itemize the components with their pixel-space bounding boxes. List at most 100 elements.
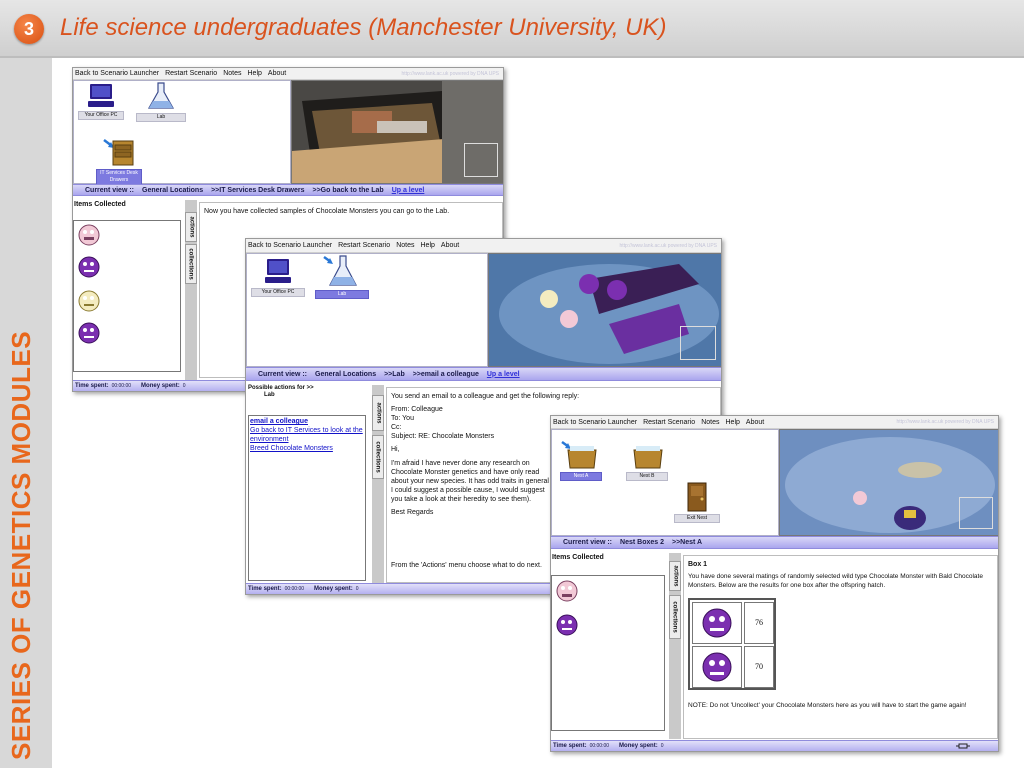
url-hint: http://www.lank.ac.uk powered by DNA UPS: [619, 242, 717, 249]
up-a-level-link[interactable]: Up a level: [487, 371, 520, 378]
slide-number-badge: 3: [14, 14, 44, 44]
flask-icon: [147, 82, 175, 109]
time-spent-label: Time spent:: [248, 586, 282, 592]
time-spent-value: 00:00:00: [284, 586, 305, 592]
menu-help[interactable]: Help: [248, 70, 262, 77]
location-lab[interactable]: Lab: [136, 81, 186, 122]
computer-icon: [265, 259, 291, 283]
monster-cream-icon[interactable]: [74, 287, 104, 315]
menu-help[interactable]: Help: [421, 242, 435, 249]
message-text: Now you have collected samples of Chocol…: [204, 208, 450, 215]
time-spent-value: 00:00:00: [589, 743, 610, 749]
email-body: I'm afraid I have never done any researc…: [391, 459, 549, 503]
breadcrumb-general-locations[interactable]: General Locations: [142, 187, 203, 194]
possible-actions-title: Possible actions for >> Lab: [248, 385, 314, 399]
window-nest-boxes: Back to Scenario Launcher Restart Scenar…: [550, 415, 999, 752]
action-email-colleague[interactable]: email a colleague: [250, 417, 364, 426]
menu-notes[interactable]: Notes: [396, 242, 414, 249]
results-table: 76 70: [688, 598, 776, 690]
menu-help[interactable]: Help: [726, 419, 740, 426]
footer-hint: From the 'Actions' menu choose what to d…: [391, 561, 542, 569]
location-lab[interactable]: Lab: [315, 254, 369, 299]
scene-thumbnail[interactable]: [959, 497, 993, 529]
resize-handle-icon[interactable]: [956, 742, 970, 750]
location-it-services-desk-drawers[interactable]: IT Services Desk Drawers: [96, 137, 142, 185]
nest-box-icon: [561, 440, 597, 469]
drawers-icon: [103, 139, 134, 166]
action-go-back-it-services[interactable]: Go back to IT Services to look at the en…: [250, 426, 364, 444]
tab-actions[interactable]: actions: [372, 395, 384, 431]
up-a-level-link[interactable]: Up a level: [392, 187, 425, 194]
location-label: Lab: [315, 290, 369, 299]
menu-bar: Back to Scenario Launcher Restart Scenar…: [246, 239, 721, 253]
result-count-2: 70: [744, 646, 774, 688]
monster-pink-icon[interactable]: [552, 576, 582, 606]
items-collected-title: Items Collected: [74, 201, 126, 208]
nest-box-icon: [633, 446, 663, 469]
breadcrumb-email-colleague[interactable]: >>email a colleague: [413, 371, 479, 378]
menu-notes[interactable]: Notes: [223, 70, 241, 77]
scene-thumbnail[interactable]: [680, 326, 716, 360]
menu-about[interactable]: About: [441, 242, 459, 249]
tab-actions-label: actions: [188, 216, 195, 238]
tab-actions-label: actions: [375, 402, 382, 424]
warning-note: NOTE: Do not 'Uncollect' your Chocolate …: [688, 702, 967, 709]
tab-collections[interactable]: collections: [185, 244, 197, 284]
menu-restart-scenario[interactable]: Restart Scenario: [643, 419, 695, 426]
breadcrumb-nest-boxes[interactable]: Nest Boxes 2: [620, 539, 664, 546]
location-nest-b[interactable]: Nest B: [626, 440, 668, 481]
menu-back-to-launcher[interactable]: Back to Scenario Launcher: [553, 419, 637, 426]
menu-restart-scenario[interactable]: Restart Scenario: [338, 242, 390, 249]
breadcrumb-lab[interactable]: >>Lab: [384, 371, 405, 378]
side-label: SERIES OF GENETICS MODULES: [6, 330, 36, 760]
location-your-office-pc[interactable]: Your Office PC: [78, 83, 124, 120]
location-your-office-pc[interactable]: Your Office PC: [251, 258, 305, 297]
action-breed-monsters[interactable]: Breed Chocolate Monsters: [250, 444, 364, 453]
menu-bar: Back to Scenario Launcher Restart Scenar…: [551, 416, 998, 429]
menu-about[interactable]: About: [268, 70, 286, 77]
url-hint: http://www.lank.ac.uk powered by DNA UPS: [401, 70, 499, 77]
side-tabs: actions collections: [372, 385, 384, 583]
location-label: Nest A: [560, 472, 602, 481]
url-hint: http://www.lank.ac.uk powered by DNA UPS: [896, 419, 994, 425]
scene-photo-drawer: [291, 80, 503, 184]
slide-header: 3 Life science undergraduates (Mancheste…: [0, 0, 1024, 58]
monster-pink-icon[interactable]: [74, 221, 104, 249]
breadcrumb-nest-a[interactable]: >>Nest A: [672, 539, 702, 546]
tab-actions[interactable]: actions: [669, 561, 681, 591]
location-exit-nest[interactable]: Exit Nest: [674, 482, 720, 523]
money-spent-value: 0: [355, 586, 359, 592]
monster-purple-icon[interactable]: [74, 319, 104, 347]
money-spent-label: Money spent:: [619, 743, 658, 749]
monster-purple-icon[interactable]: [552, 610, 582, 640]
actions-list: email a colleague Go back to IT Services…: [248, 415, 366, 581]
menu-bar: Back to Scenario Launcher Restart Scenar…: [73, 68, 503, 80]
items-list: [73, 220, 181, 372]
items-list: [551, 575, 665, 731]
menu-restart-scenario[interactable]: Restart Scenario: [165, 70, 217, 77]
menu-about[interactable]: About: [746, 419, 764, 426]
tab-collections[interactable]: collections: [669, 595, 681, 639]
breadcrumb-back-to-lab[interactable]: >>Go back to the Lab: [313, 187, 384, 194]
menu-back-to-launcher[interactable]: Back to Scenario Launcher: [75, 70, 159, 77]
location-nest-a[interactable]: Nest A: [560, 440, 602, 481]
scene-photo-nest: [779, 429, 998, 536]
menu-notes[interactable]: Notes: [701, 419, 719, 426]
breadcrumb-general-locations[interactable]: General Locations: [315, 371, 376, 378]
time-spent-label: Time spent:: [553, 743, 587, 749]
time-spent-label: Time spent:: [75, 383, 109, 389]
tab-collections[interactable]: collections: [372, 435, 384, 479]
box-description: You have done several matings of randoml…: [688, 573, 983, 589]
tab-collections-label: collections: [188, 248, 194, 280]
scene-thumbnail[interactable]: [464, 143, 498, 177]
items-collected-panel: Items Collected: [551, 553, 667, 739]
location-label: IT Services Desk Drawers: [96, 169, 142, 185]
current-view-label: Current view ::: [85, 186, 135, 194]
monster-purple-icon[interactable]: [74, 253, 104, 281]
box-title: Box 1: [688, 561, 708, 568]
tab-actions[interactable]: actions: [185, 212, 197, 242]
menu-back-to-launcher[interactable]: Back to Scenario Launcher: [248, 242, 332, 249]
scene-photo-monsters: [488, 253, 721, 367]
breadcrumb-bar: Current view :: General Locations >>IT S…: [73, 184, 503, 196]
breadcrumb-it-services[interactable]: >>IT Services Desk Drawers: [211, 187, 304, 194]
